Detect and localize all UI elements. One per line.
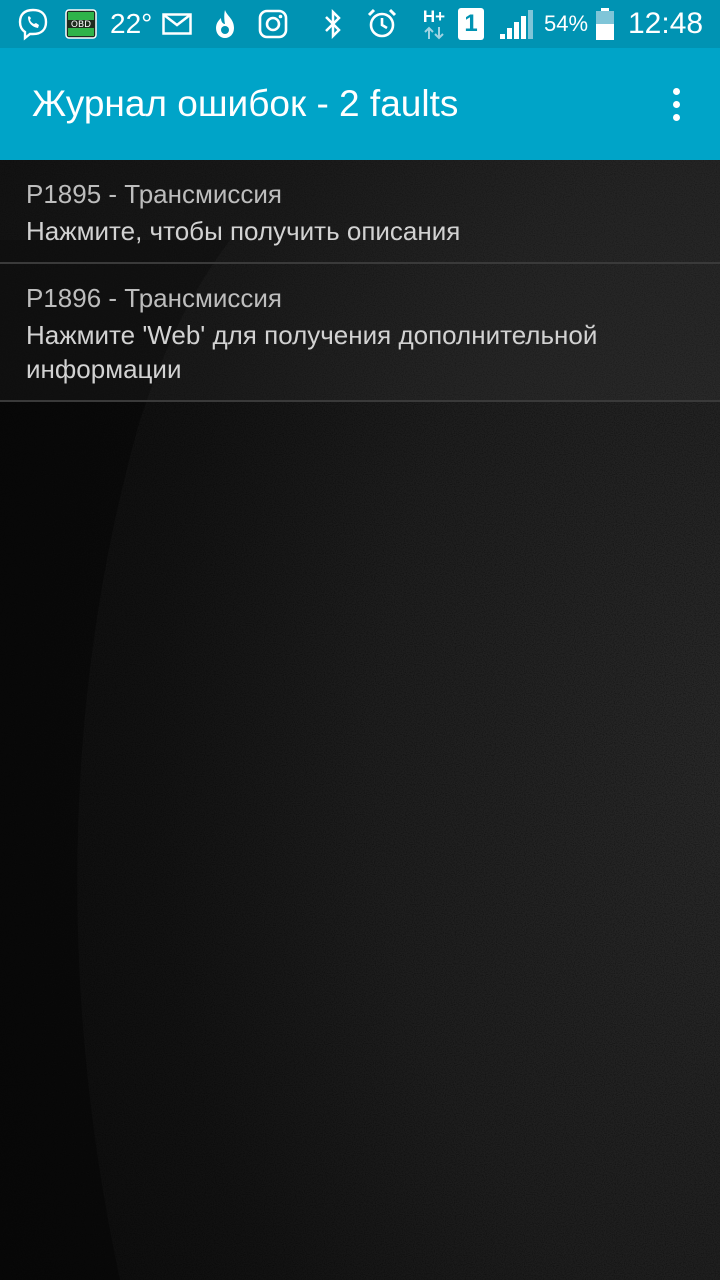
more-vert-icon[interactable] — [648, 76, 704, 132]
fault-hint-text: Нажмите 'Web' для получения дополнительн… — [26, 320, 598, 384]
network-type-text: H+ — [422, 7, 446, 26]
battery-percent-text: 54% — [544, 11, 589, 36]
obd-icon: OBD — [64, 6, 98, 42]
temperature-text: 22° — [110, 8, 153, 39]
viber-icon — [14, 6, 52, 42]
menu-dot — [672, 113, 680, 121]
battery-icon — [592, 6, 618, 42]
fault-list-item[interactable]: P1895 - Трансмиссия Нажмите, чтобы получ… — [0, 160, 720, 264]
menu-dot — [672, 100, 680, 108]
instagram-icon — [256, 6, 290, 42]
data-arrows-icon: H+ — [418, 6, 450, 42]
sim-slot-text: 1 — [458, 8, 484, 40]
fault-code-text: P1895 - Трансмиссия — [26, 179, 282, 209]
signal-icon — [496, 6, 536, 42]
fault-code-text: P1896 - Трансмиссия — [26, 283, 282, 313]
fire-icon — [208, 6, 242, 42]
obd-label: OBD — [71, 20, 91, 30]
alarm-icon — [364, 6, 400, 42]
mail-icon — [160, 6, 194, 42]
sim-icon: 1 — [456, 6, 486, 42]
fault-hint-text: Нажмите, чтобы получить описания — [26, 216, 461, 246]
status-bar: OBD 22° H+ 1 54% 12:48 — [0, 0, 720, 48]
bluetooth-icon — [318, 6, 348, 42]
menu-dot — [672, 87, 680, 95]
app-toolbar: Журнал ошибок - 2 faults — [0, 48, 720, 160]
toolbar-title: Журнал ошибок - 2 faults — [32, 83, 459, 124]
app-screen: OBD 22° H+ 1 54% 12:48 Журнал ошибок - 2… — [0, 0, 720, 1280]
clock-text: 12:48 — [628, 7, 704, 40]
fault-list-item[interactable]: P1896 - Трансмиссия Нажмите 'Web' для по… — [0, 264, 720, 402]
fault-list: P1895 - Трансмиссия Нажмите, чтобы получ… — [0, 160, 720, 402]
